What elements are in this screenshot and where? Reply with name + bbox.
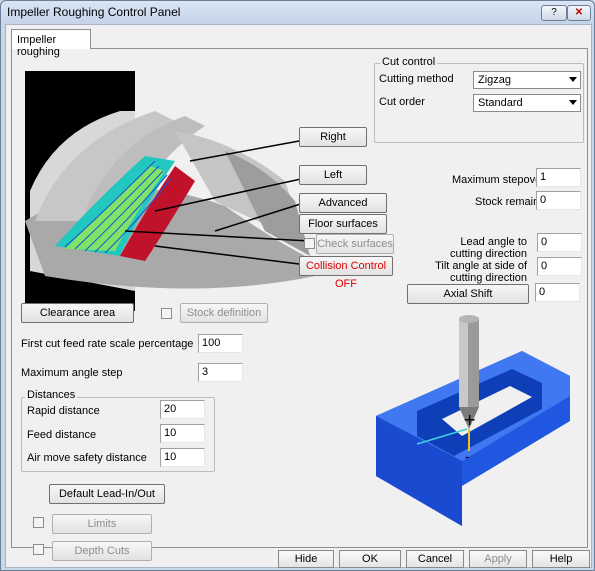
dialog-client: Impeller roughing Right Left Advanced Fl… — [5, 24, 592, 568]
chevron-down-icon — [569, 100, 577, 105]
help-title-button[interactable]: ? — [541, 5, 567, 21]
stock-definition-checkbox[interactable] — [161, 308, 172, 319]
distances-caption: Distances — [25, 389, 78, 401]
clearance-area-button[interactable]: Clearance area — [21, 303, 134, 323]
svg-text:+: + — [463, 410, 476, 429]
tab-panel: Right Left Advanced Floor surfaces Check… — [11, 48, 588, 561]
stock-definition-button[interactable]: Stock definition — [180, 303, 268, 323]
axial-shift-input[interactable]: 0 — [535, 283, 580, 302]
svg-text:-: - — [465, 450, 469, 464]
cut-order-label: Cut order — [379, 96, 425, 108]
tool-part-image: + - — [376, 315, 570, 526]
right-button[interactable]: Right — [299, 127, 367, 147]
cut-control-caption: Cut control — [380, 56, 438, 68]
rapid-distance-input[interactable]: 20 — [160, 400, 205, 419]
chevron-down-icon — [569, 77, 577, 82]
apply-button[interactable]: Apply — [469, 550, 527, 568]
close-button[interactable]: ✕ — [567, 5, 591, 21]
air-move-input[interactable]: 10 — [160, 448, 205, 467]
check-surfaces-button[interactable]: Check surfaces — [316, 234, 394, 254]
max-stepover-input[interactable]: 1 — [536, 168, 581, 187]
max-stepover-label: Maximum stepover — [452, 174, 545, 186]
left-button[interactable]: Left — [299, 165, 367, 185]
air-move-label: Air move safety distance — [27, 452, 147, 464]
limits-button[interactable]: Limits — [52, 514, 152, 534]
cutting-method-label: Cutting method — [379, 73, 454, 85]
cut-order-select[interactable]: Standard — [473, 94, 581, 112]
default-lead-button[interactable]: Default Lead-In/Out — [49, 484, 165, 504]
cutting-method-select[interactable]: Zigzag — [473, 71, 581, 89]
stock-remain-label: Stock remain — [475, 196, 540, 208]
feed-distance-label: Feed distance — [27, 429, 97, 441]
dialog-window: Impeller Roughing Control Panel ? ✕ Impe… — [0, 0, 595, 571]
max-angle-input[interactable]: 3 — [198, 363, 243, 382]
collision-control-button[interactable]: Collision Control OFF — [299, 256, 393, 290]
footer-bar: Hide OK Cancel Apply Help — [6, 548, 593, 568]
lead-angle-label: Lead angle to cutting direction — [449, 236, 527, 260]
max-angle-label: Maximum angle step — [21, 367, 123, 379]
cutting-method-value: Zigzag — [478, 74, 512, 86]
first-cut-input[interactable]: 100 — [198, 334, 243, 353]
tab-impeller-roughing[interactable]: Impeller roughing — [11, 29, 91, 58]
axial-shift-button[interactable]: Axial Shift — [407, 284, 529, 304]
first-cut-label: First cut feed rate scale percentage — [21, 338, 194, 350]
tilt-angle-label: Tilt angle at side of cutting direction — [435, 260, 527, 284]
hide-button[interactable]: Hide — [278, 550, 334, 568]
limits-checkbox[interactable] — [33, 517, 44, 528]
cut-order-value: Standard — [478, 97, 523, 109]
stock-remain-input[interactable]: 0 — [536, 191, 581, 210]
advanced-button[interactable]: Advanced — [299, 193, 387, 213]
ok-button[interactable]: OK — [339, 550, 401, 568]
cancel-button[interactable]: Cancel — [406, 550, 464, 568]
help-button[interactable]: Help — [532, 550, 590, 568]
window-title: Impeller Roughing Control Panel — [7, 5, 181, 19]
floor-surfaces-button[interactable]: Floor surfaces — [299, 214, 387, 234]
check-surfaces-checkbox[interactable] — [304, 238, 315, 249]
rapid-distance-label: Rapid distance — [27, 405, 100, 417]
tilt-angle-input[interactable]: 0 — [537, 257, 582, 276]
feed-distance-input[interactable]: 10 — [160, 424, 205, 443]
title-bar[interactable]: Impeller Roughing Control Panel ? ✕ — [1, 1, 594, 23]
lead-angle-input[interactable]: 0 — [537, 233, 582, 252]
